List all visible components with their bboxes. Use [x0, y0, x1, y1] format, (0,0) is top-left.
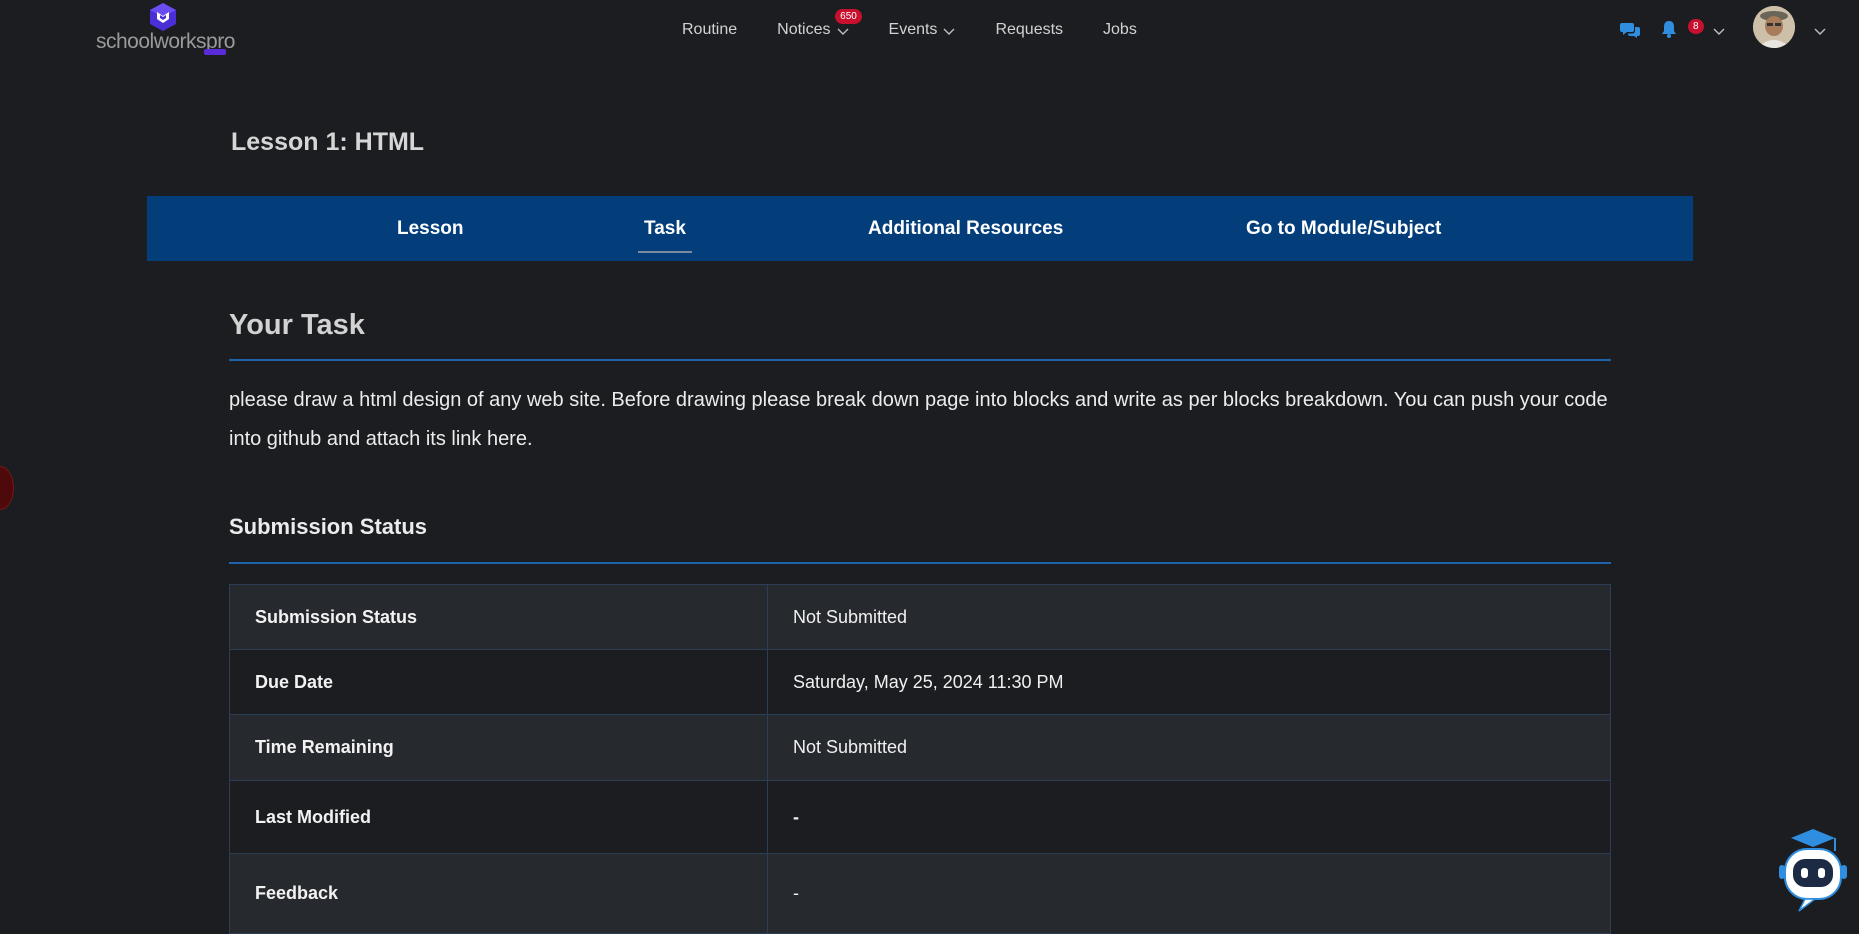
- chevron-down-icon[interactable]: [1713, 25, 1725, 37]
- task-heading: Your Task: [229, 309, 365, 341]
- chatbot-icon[interactable]: [1775, 825, 1851, 921]
- task-description: please draw a html design of any web sit…: [229, 389, 1608, 450]
- nav-jobs[interactable]: Jobs: [1103, 21, 1137, 39]
- top-navbar: schoolworkspro Routine Notices 650 Event…: [0, 0, 1859, 64]
- table-row: Last Modified -: [229, 780, 1611, 854]
- chevron-down-icon: [943, 28, 955, 35]
- tab-lesson[interactable]: Lesson: [397, 196, 464, 261]
- page-title: Lesson 1: HTML: [231, 128, 425, 156]
- bell-icon[interactable]: [1661, 20, 1677, 38]
- brand-badge: [204, 49, 226, 55]
- tab-task[interactable]: Task: [638, 196, 692, 261]
- table-row: Feedback -: [229, 853, 1611, 934]
- table-row: Submission Status Not Submitted: [229, 584, 1611, 650]
- header-actions: 8: [1599, 0, 1859, 60]
- row-label: Last Modified: [229, 780, 768, 854]
- row-label: Feedback: [229, 853, 768, 934]
- row-value: -: [767, 853, 1611, 934]
- chevron-down-icon[interactable]: [1814, 25, 1826, 37]
- nav-notices-label: Notices: [777, 21, 831, 38]
- cube-logo-icon: [150, 3, 176, 31]
- nav-notices[interactable]: Notices 650: [777, 9, 862, 39]
- user-avatar[interactable]: [1753, 6, 1795, 48]
- notices-count-badge: 650: [835, 9, 862, 24]
- nav-jobs-label: Jobs: [1103, 21, 1137, 38]
- row-label: Due Date: [229, 649, 768, 715]
- row-label: Time Remaining: [229, 714, 768, 781]
- nav-routine-label: Routine: [682, 21, 738, 38]
- avatar-image: [1753, 6, 1795, 48]
- tab-additional-resources[interactable]: Additional Resources: [868, 196, 1063, 261]
- tab-go-to-module[interactable]: Go to Module/Subject: [1246, 196, 1441, 261]
- divider: [229, 359, 1611, 361]
- nav-routine[interactable]: Routine: [682, 21, 737, 39]
- side-widget-tab[interactable]: [0, 466, 14, 510]
- divider: [229, 562, 1611, 564]
- nav-requests-label: Requests: [995, 21, 1064, 38]
- brand-logo[interactable]: schoolworkspro: [96, 2, 236, 56]
- row-value: -: [767, 780, 1611, 854]
- notification-count-badge: 8: [1688, 19, 1704, 34]
- row-value: Saturday, May 25, 2024 11:30 PM: [767, 649, 1611, 715]
- nav-events[interactable]: Events: [889, 21, 956, 39]
- nav-events-label: Events: [888, 21, 938, 38]
- submission-status-table: Submission Status Not Submitted Due Date…: [229, 584, 1611, 934]
- submission-heading: Submission Status: [229, 514, 428, 539]
- chat-icon[interactable]: [1620, 21, 1640, 39]
- row-label: Submission Status: [229, 584, 768, 650]
- main-nav: Routine Notices 650 Events Requests Jobs: [682, 0, 1177, 60]
- table-row: Due Date Saturday, May 25, 2024 11:30 PM: [229, 649, 1611, 715]
- row-value: Not Submitted: [767, 584, 1611, 650]
- table-row: Time Remaining Not Submitted: [229, 714, 1611, 781]
- chevron-down-icon: [837, 28, 849, 35]
- lesson-tabbar: Lesson Task Additional Resources Go to M…: [147, 196, 1693, 261]
- row-value: Not Submitted: [767, 714, 1611, 781]
- nav-requests[interactable]: Requests: [995, 21, 1063, 39]
